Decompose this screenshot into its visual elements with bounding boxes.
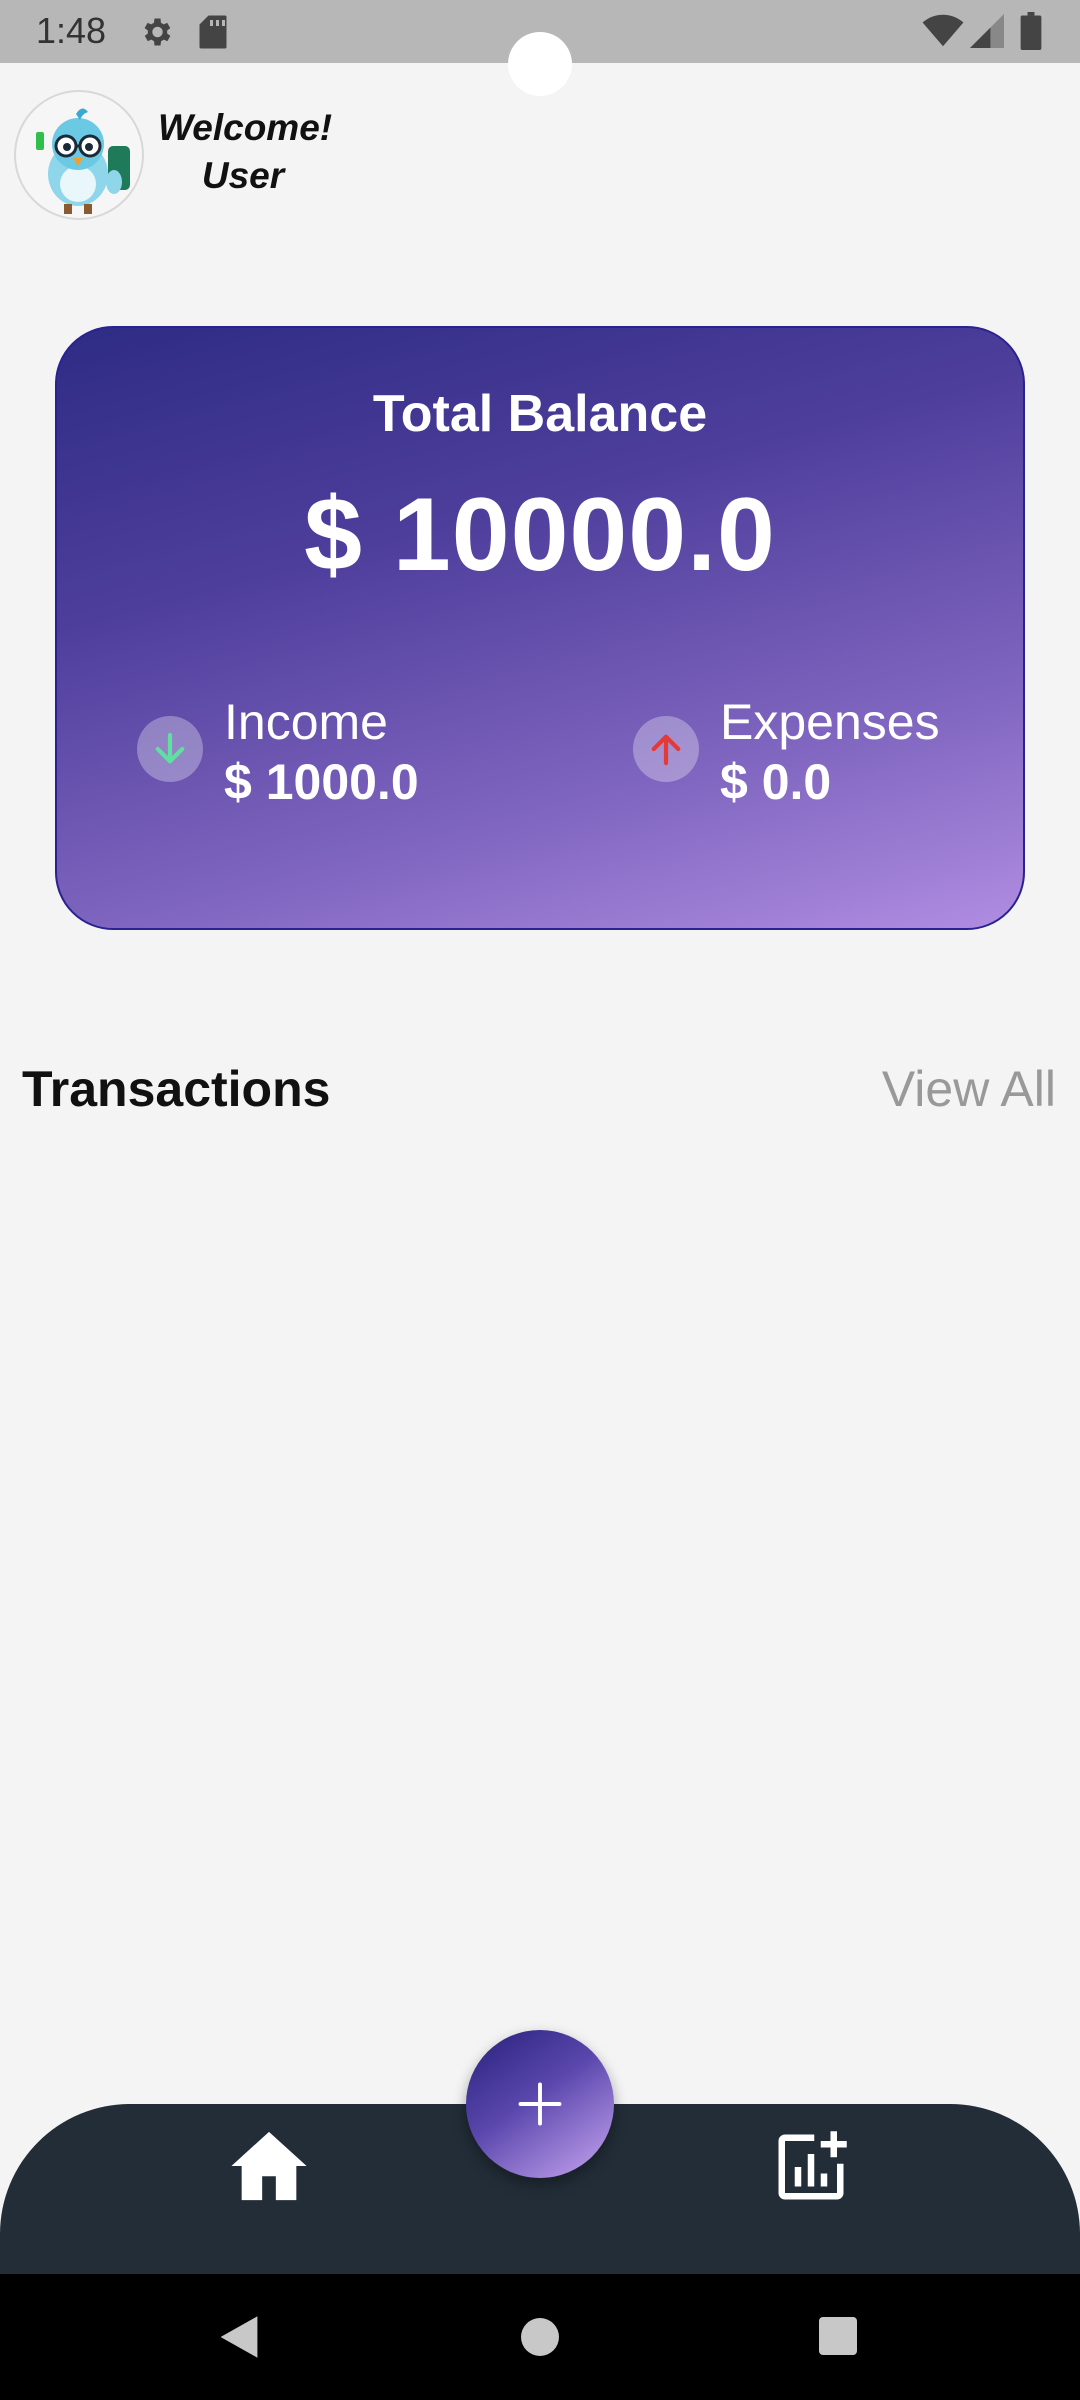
balance-amount: $ 10000.0 [304,477,776,593]
income-value: $ 1000.0 [224,754,419,810]
recents-button[interactable] [819,2317,857,2355]
add-chart-icon[interactable] [768,2128,854,2206]
home-icon[interactable] [228,2128,310,2204]
bird-mascot-avatar [36,108,130,214]
wifi-icon [922,14,964,47]
add-transaction-button[interactable] [466,2030,614,2178]
avatar[interactable] [14,90,144,220]
income-label: Income [224,694,388,750]
system-home-button[interactable] [521,2318,559,2356]
arrow-up-icon [633,716,699,782]
welcome-greeting: Welcome! [158,107,333,148]
arrow-down-icon [137,716,203,782]
expenses-label: Expenses [720,694,940,750]
status-time: 1:48 [36,10,107,51]
welcome-text: Welcome! User [158,104,333,200]
plus-icon [518,2082,562,2126]
welcome-username: User [201,155,285,196]
sd-card-icon [199,15,227,49]
back-icon[interactable] [216,2314,262,2360]
balance-card: Total Balance $ 10000.0 Income $ 1000.0 … [55,326,1025,930]
balance-title: Total Balance [372,385,708,443]
transactions-title: Transactions [22,1061,331,1117]
gear-icon [144,18,171,46]
camera-cutout [508,32,572,96]
signal-icon [970,14,1004,48]
expenses-value: $ 0.0 [720,754,832,810]
battery-icon [1020,12,1042,50]
view-all-link[interactable]: View All [882,1060,1056,1118]
